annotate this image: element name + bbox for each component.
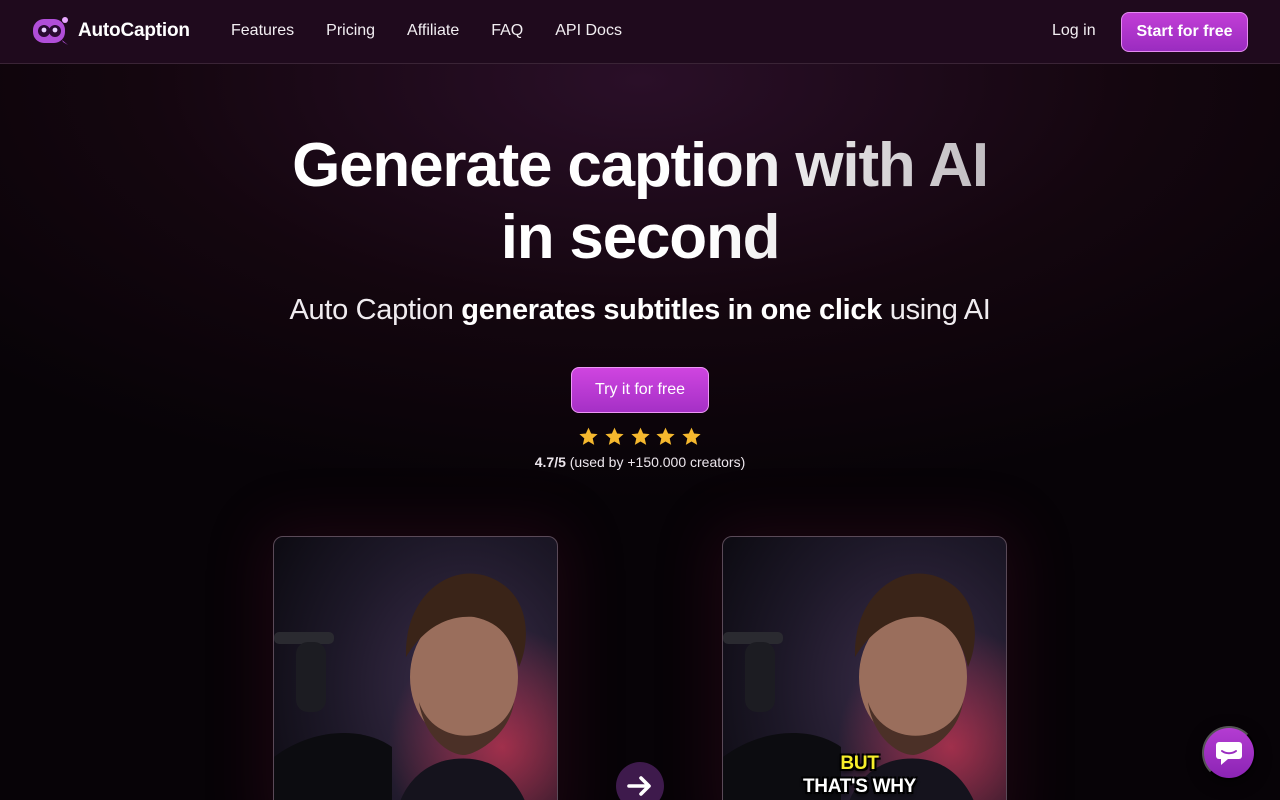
rating-stars <box>578 426 702 447</box>
nav-link-pricing[interactable]: Pricing <box>326 22 375 40</box>
rating-value: 4.7/5 <box>534 454 566 470</box>
headline-line-1: Generate caption with AI <box>292 131 988 200</box>
nav-link-affiliate[interactable]: Affiliate <box>407 22 459 40</box>
try-it-for-free-button[interactable]: Try it for free <box>571 367 709 413</box>
video-after-card: BUT THAT'S WHY <box>722 536 1007 800</box>
caption-line-2: THAT'S WHY <box>802 776 917 797</box>
brand-logo[interactable]: AutoCaption <box>32 16 190 46</box>
top-navbar: AutoCaption Features Pricing Affiliate F… <box>0 0 1280 64</box>
nav-links: Features Pricing Affiliate FAQ API Docs <box>231 22 622 40</box>
star-icon <box>682 427 701 445</box>
rating-note: (used by +150.000 creators) <box>565 454 746 470</box>
subtitle-emphasis: generates subtitles in one click <box>461 294 882 326</box>
person-with-microphone-image <box>274 537 557 800</box>
star-icon <box>630 427 650 445</box>
nav-link-features[interactable]: Features <box>231 22 294 40</box>
login-link[interactable]: Log in <box>1052 22 1096 40</box>
nav-link-faq[interactable]: FAQ <box>491 22 523 40</box>
star-icon <box>656 427 675 445</box>
nav-link-api-docs[interactable]: API Docs <box>555 22 622 40</box>
star-icon <box>605 427 624 445</box>
headline-line-2: in second <box>500 203 780 272</box>
chat-widget-button[interactable] <box>1202 726 1256 780</box>
rating-text: 4.7/5 (used by +150.000 creators) <box>0 454 1280 470</box>
chat-bubble-icon <box>1216 742 1242 765</box>
start-for-free-button[interactable]: Start for free <box>1121 12 1248 52</box>
arrow-right-icon <box>616 762 664 800</box>
robot-face-icon <box>32 16 70 46</box>
hero-headline: Generate caption with AI in second <box>0 130 1280 274</box>
brand-name: AutoCaption <box>78 20 190 41</box>
video-before-card <box>273 536 558 800</box>
hero-subtitle: Auto Caption generates subtitles in one … <box>0 294 1280 327</box>
subtitle-part-2: using AI <box>882 294 991 326</box>
star-icon <box>579 427 598 445</box>
subtitle-part-1: Auto Caption <box>289 294 462 326</box>
caption-line-1: BUT <box>840 753 879 774</box>
